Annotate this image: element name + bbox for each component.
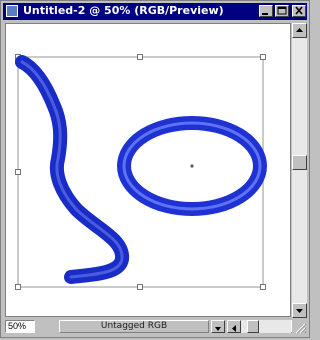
vertical-scroll-thumb[interactable] <box>292 155 307 170</box>
status-menu-button[interactable] <box>211 320 225 333</box>
scroll-down-button[interactable] <box>292 303 307 318</box>
document-canvas[interactable] <box>5 23 291 317</box>
scroll-up-button[interactable] <box>292 23 307 38</box>
arrow-left-icon <box>232 325 236 332</box>
resize-grip-icon <box>295 323 307 334</box>
maximize-button[interactable] <box>275 5 289 17</box>
color-profile-label: Untagged RGB <box>59 320 209 333</box>
maximize-icon <box>277 6 287 15</box>
handle-top-middle <box>137 54 143 60</box>
horizontal-scroll-thumb[interactable] <box>247 320 259 333</box>
minimize-button[interactable] <box>259 5 273 17</box>
handle-top-right <box>260 54 266 60</box>
title-bar[interactable]: Untitled-2 @ 50% (RGB/Preview) <box>3 3 307 20</box>
horizontal-scrollbar[interactable] <box>241 320 291 333</box>
resize-grip[interactable] <box>292 319 307 335</box>
close-icon <box>295 6 303 15</box>
document-icon <box>6 5 18 17</box>
minimize-icon <box>262 13 268 15</box>
handle-bottom-left <box>15 284 21 290</box>
status-bar: 50% Untagged RGB <box>3 319 307 335</box>
document-window: Untitled-2 @ 50% (RGB/Preview) 50% Untag… <box>0 0 310 338</box>
center-point-icon <box>190 164 194 168</box>
arrow-down-icon <box>215 327 221 331</box>
close-button[interactable] <box>292 5 306 17</box>
window-title: Untitled-2 @ 50% (RGB/Preview) <box>23 4 224 17</box>
artwork <box>15 54 267 290</box>
handle-bottom-middle <box>137 284 143 290</box>
arrow-down-icon <box>296 309 303 313</box>
scroll-left-button[interactable] <box>227 320 241 333</box>
vertical-scrollbar[interactable] <box>292 23 307 318</box>
handle-middle-left <box>15 169 21 175</box>
handle-bottom-right <box>260 284 266 290</box>
arrow-up-icon <box>296 28 303 32</box>
ellipse-shape[interactable] <box>117 116 267 216</box>
freehand-curve[interactable] <box>15 55 129 284</box>
zoom-field[interactable]: 50% <box>5 320 35 333</box>
